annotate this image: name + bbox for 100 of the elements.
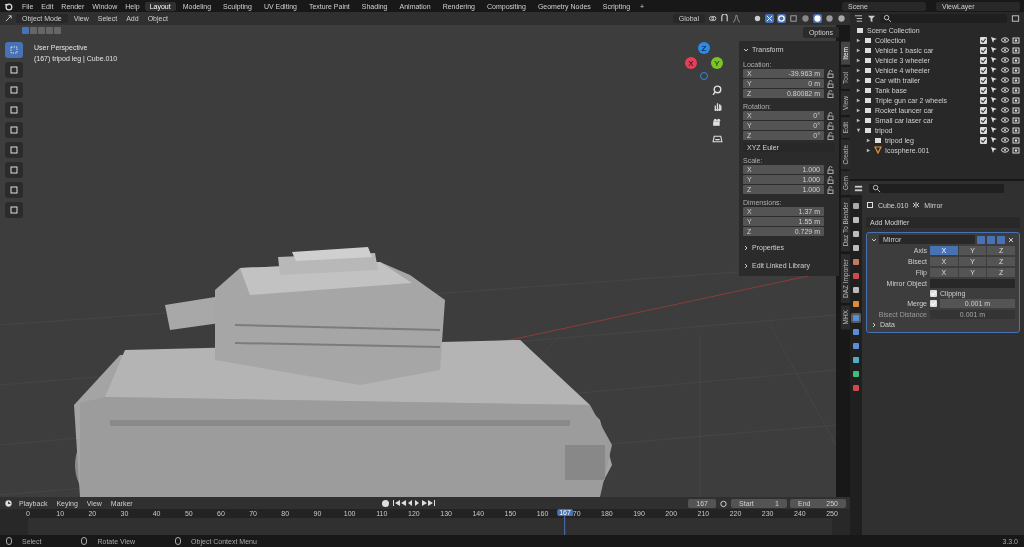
camera-icon[interactable] — [1012, 36, 1020, 44]
link-icon[interactable] — [708, 14, 717, 23]
annotate-tool-button[interactable] — [5, 162, 23, 178]
xray-icon[interactable] — [789, 14, 798, 23]
expand-arrow-icon[interactable] — [856, 117, 861, 123]
eye-icon[interactable] — [1001, 76, 1009, 84]
checkbox[interactable] — [980, 86, 987, 94]
viewport-toggle[interactable] — [987, 235, 995, 244]
expand-arrow-icon[interactable] — [856, 87, 861, 93]
chevron-icon[interactable] — [871, 236, 877, 243]
shading-mode-icon[interactable] — [825, 14, 834, 23]
falloff-icon[interactable] — [732, 14, 741, 23]
scene-tab[interactable] — [851, 257, 861, 267]
clock-icon[interactable] — [4, 498, 13, 508]
search-field[interactable] — [869, 183, 1004, 193]
eye-icon[interactable] — [1001, 146, 1009, 154]
lock-icon[interactable] — [827, 69, 835, 78]
expand-arrow-icon[interactable] — [856, 77, 861, 83]
camera-icon[interactable] — [1012, 86, 1020, 94]
lock-icon[interactable] — [827, 121, 835, 130]
expand-arrow-icon[interactable] — [866, 147, 871, 153]
add-tool-button[interactable] — [5, 202, 23, 218]
visibility-icon[interactable] — [753, 14, 762, 23]
checkbox[interactable] — [980, 46, 987, 54]
expand-arrow-icon[interactable] — [856, 127, 861, 133]
new-collection-icon[interactable] — [1011, 14, 1020, 23]
expand-arrow-icon[interactable] — [856, 37, 861, 43]
eye-icon[interactable] — [1001, 86, 1009, 94]
scale-tool-button[interactable] — [5, 122, 23, 138]
camera-icon[interactable] — [1012, 56, 1020, 64]
eye-icon[interactable] — [1001, 56, 1009, 64]
search-field[interactable] — [880, 14, 1007, 23]
lock-icon[interactable] — [827, 175, 835, 184]
camera-icon[interactable] — [1012, 46, 1020, 54]
eye-icon[interactable] — [1001, 66, 1009, 74]
cursor-tool-button[interactable] — [5, 62, 23, 78]
eye-icon[interactable] — [1001, 116, 1009, 124]
lock-icon[interactable] — [827, 79, 835, 88]
editor-type-icon[interactable] — [4, 14, 13, 23]
checkbox[interactable] — [980, 106, 987, 114]
checkbox[interactable] — [980, 96, 987, 104]
particles-tab[interactable] — [851, 327, 861, 337]
render-toggle[interactable] — [997, 235, 1005, 244]
stopwatch-icon[interactable] — [719, 498, 728, 508]
shading-mode-icon[interactable] — [813, 14, 822, 23]
lock-icon[interactable] — [827, 111, 835, 120]
snap-icon[interactable] — [720, 14, 729, 23]
expand-arrow-icon[interactable] — [856, 57, 861, 63]
lock-icon[interactable] — [827, 89, 835, 98]
camera-icon[interactable] — [1012, 66, 1020, 74]
expand-arrow-icon[interactable] — [856, 67, 861, 73]
gizmo-toggle-icon[interactable] — [765, 14, 774, 23]
eye-icon[interactable] — [1001, 96, 1009, 104]
expand-arrow-icon[interactable] — [856, 97, 861, 103]
world-tab[interactable] — [851, 271, 861, 281]
zoom-icon[interactable] — [711, 85, 723, 96]
expand-arrow-icon[interactable] — [866, 137, 871, 143]
eye-icon[interactable] — [1001, 46, 1009, 54]
modifier-tab[interactable] — [851, 313, 861, 323]
checkbox[interactable] — [980, 36, 987, 44]
view-layer-tab[interactable] — [851, 243, 861, 253]
display-mode-icon[interactable] — [854, 14, 863, 23]
checkbox[interactable] — [980, 136, 987, 144]
checkbox[interactable] — [980, 116, 987, 124]
select-tool-button[interactable] — [5, 42, 23, 58]
move-tool-button[interactable] — [5, 82, 23, 98]
blender-logo-icon[interactable] — [4, 1, 13, 11]
camera-icon[interactable] — [1012, 116, 1020, 124]
checkbox[interactable] — [980, 126, 987, 134]
camera-icon[interactable] — [1012, 136, 1020, 144]
camera-icon[interactable] — [1012, 76, 1020, 84]
transform-tool-button[interactable] — [5, 142, 23, 158]
camera-icon[interactable] — [1012, 126, 1020, 134]
checkbox[interactable] — [980, 76, 987, 84]
camera-icon[interactable] — [711, 117, 723, 128]
expand-arrow-icon[interactable] — [856, 47, 861, 53]
render-tab[interactable] — [851, 215, 861, 225]
measure-tool-button[interactable] — [5, 182, 23, 198]
lock-icon[interactable] — [827, 131, 835, 140]
editor-type-icon[interactable] — [854, 183, 863, 193]
camera-icon[interactable] — [1012, 106, 1020, 114]
close-icon[interactable] — [1007, 235, 1015, 244]
output-tab[interactable] — [851, 229, 861, 239]
eye-icon[interactable] — [1001, 106, 1009, 114]
checkbox[interactable] — [980, 66, 987, 74]
overlay-toggle-icon[interactable] — [777, 14, 786, 23]
shading-mode-icon[interactable] — [837, 14, 846, 23]
physics-tab[interactable] — [851, 341, 861, 351]
expand-arrow-icon[interactable] — [856, 107, 861, 113]
data-tab[interactable] — [851, 369, 861, 379]
rotate-tool-button[interactable] — [5, 102, 23, 118]
chevron-icon[interactable] — [871, 321, 877, 328]
filter-icon[interactable] — [867, 14, 876, 23]
object-tab[interactable] — [851, 299, 861, 309]
eye-icon[interactable] — [1001, 126, 1009, 134]
camera-icon[interactable] — [1012, 96, 1020, 104]
tool-tab[interactable] — [851, 201, 861, 211]
texture-tab[interactable] — [851, 383, 861, 393]
grid-icon[interactable] — [711, 133, 723, 144]
constraints-tab[interactable] — [851, 355, 861, 365]
